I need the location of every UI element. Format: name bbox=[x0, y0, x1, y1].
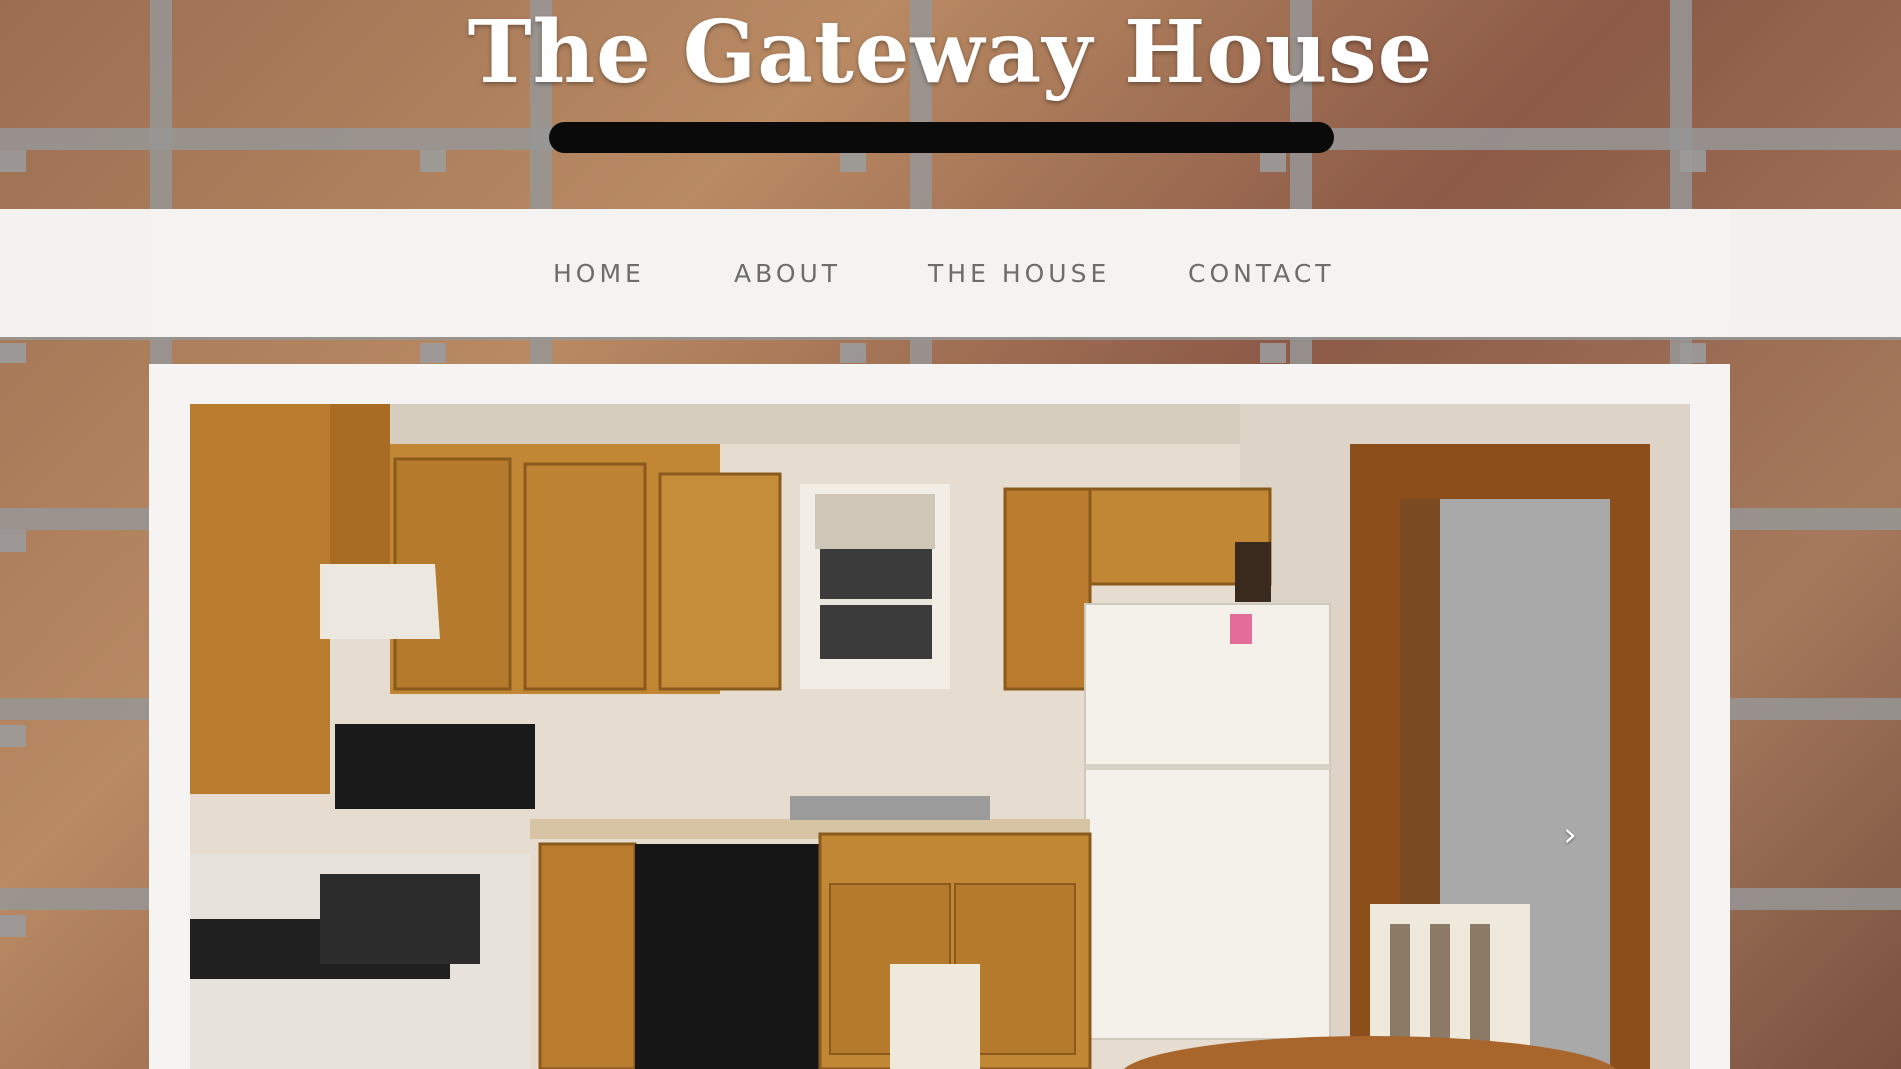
nav-item-contact[interactable]: CONTACT bbox=[1188, 259, 1335, 288]
brick-wall-background bbox=[0, 343, 1901, 363]
main-navigation: HOME ABOUT THE HOUSE CONTACT bbox=[0, 209, 1901, 337]
nav-item-about[interactable]: ABOUT bbox=[734, 259, 841, 288]
nav-item-home[interactable]: HOME bbox=[553, 259, 645, 288]
nav-item-the-house[interactable]: THE HOUSE bbox=[928, 259, 1110, 288]
site-title[interactable]: The Gateway House bbox=[0, 2, 1901, 103]
kitchen-photo bbox=[190, 404, 1690, 1069]
slider-next-arrow[interactable]: › bbox=[1558, 815, 1582, 855]
image-slider[interactable] bbox=[190, 404, 1690, 1069]
site-header: The Gateway House bbox=[0, 0, 1901, 209]
title-underline-bar bbox=[549, 122, 1334, 153]
